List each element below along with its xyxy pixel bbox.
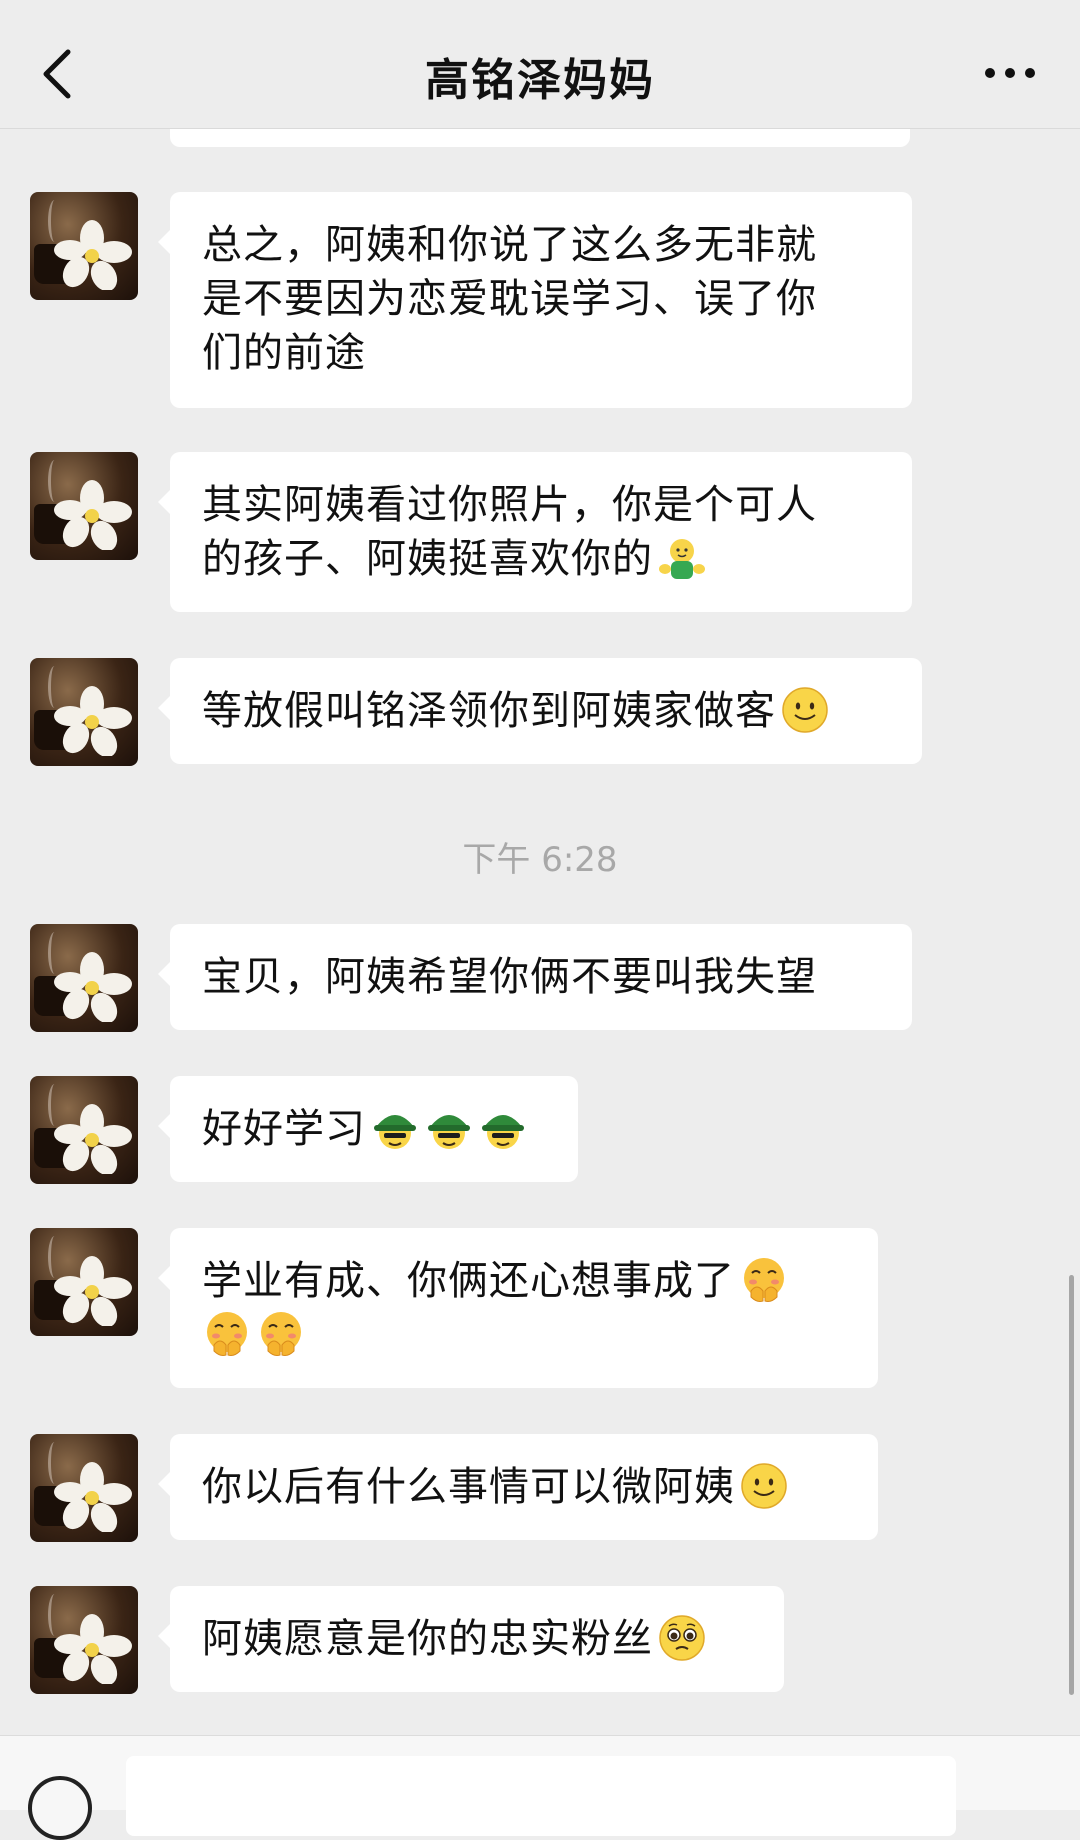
- message-text-line: 总之，阿姨和你说了这么多无非就: [202, 222, 817, 268]
- voice-icon[interactable]: [28, 1776, 92, 1840]
- message-text-line: 等放假叫铭泽领你到阿姨家做客: [202, 684, 890, 738]
- giggle-emoji-icon: [207, 1312, 247, 1356]
- status-bar: [0, 0, 1080, 14]
- smile-emoji-icon: [782, 687, 828, 733]
- message-bubble[interactable]: 等放假叫铭泽领你到阿姨家做客: [158, 658, 922, 764]
- message-text-line: 是不要因为恋爱耽误学习、误了你: [202, 276, 817, 322]
- message-bubble[interactable]: 学业有成、你俩还心想事成了: [158, 1228, 878, 1388]
- input-bar: [0, 1735, 1080, 1840]
- message-bubble[interactable]: 好好学习: [158, 1076, 578, 1182]
- helmet-emoji-icon: [374, 1115, 416, 1149]
- hug-emoji-icon: [659, 539, 705, 579]
- giggle-emoji-icon: [744, 1258, 784, 1302]
- giggle-emoji-icon: [261, 1312, 301, 1356]
- avatar[interactable]: [30, 452, 138, 560]
- avatar[interactable]: [30, 658, 138, 766]
- message-text-line: 的孩子、阿姨挺喜欢你的: [202, 532, 880, 586]
- message-bubble[interactable]: 你以后有什么事情可以微阿姨: [158, 1434, 878, 1540]
- pleading-emoji-icon: [659, 1615, 705, 1661]
- nav-bar: 高铭泽妈妈: [0, 14, 1080, 129]
- message-bubble[interactable]: 总之，阿姨和你说了这么多无非就 是不要因为恋爱耽误学习、误了你 们的前途: [158, 192, 912, 408]
- message-bubble[interactable]: 阿姨愿意是你的忠实粉丝: [158, 1586, 784, 1692]
- message-bubble[interactable]: 其实阿姨看过你照片，你是个可人 的孩子、阿姨挺喜欢你的: [158, 452, 912, 612]
- chevron-left-icon[interactable]: [38, 46, 78, 102]
- message-text-line: 你以后有什么事情可以微阿姨: [202, 1460, 846, 1514]
- previous-message-bubble: [170, 129, 910, 147]
- avatar[interactable]: [30, 1586, 138, 1694]
- message-text-line: 宝贝，阿姨希望你俩不要叫我失望: [202, 954, 817, 1000]
- message-text-line: 其实阿姨看过你照片，你是个可人: [202, 482, 817, 528]
- message-text-line: 阿姨愿意是你的忠实粉丝: [202, 1612, 752, 1666]
- avatar[interactable]: [30, 192, 138, 300]
- avatar[interactable]: [30, 1434, 138, 1542]
- message-text-line: 们的前途: [202, 330, 366, 376]
- helmet-emoji-icon: [428, 1115, 470, 1149]
- avatar[interactable]: [30, 924, 138, 1032]
- more-dots-icon[interactable]: [980, 58, 1040, 88]
- message-text-line: 学业有成、你俩还心想事成了: [202, 1254, 846, 1308]
- scrollbar[interactable]: [1069, 1275, 1074, 1695]
- message-input[interactable]: [126, 1756, 956, 1836]
- smile-emoji-icon: [741, 1463, 787, 1509]
- message-bubble[interactable]: 宝贝，阿姨希望你俩不要叫我失望: [158, 924, 912, 1030]
- avatar[interactable]: [30, 1228, 138, 1336]
- chat-title: 高铭泽妈妈: [425, 55, 655, 106]
- message-text-line: 好好学习: [202, 1102, 546, 1156]
- avatar[interactable]: [30, 1076, 138, 1184]
- helmet-emoji-icon: [482, 1115, 524, 1149]
- message-text-line: [202, 1308, 846, 1362]
- timestamp: 下午 6:28: [462, 840, 618, 880]
